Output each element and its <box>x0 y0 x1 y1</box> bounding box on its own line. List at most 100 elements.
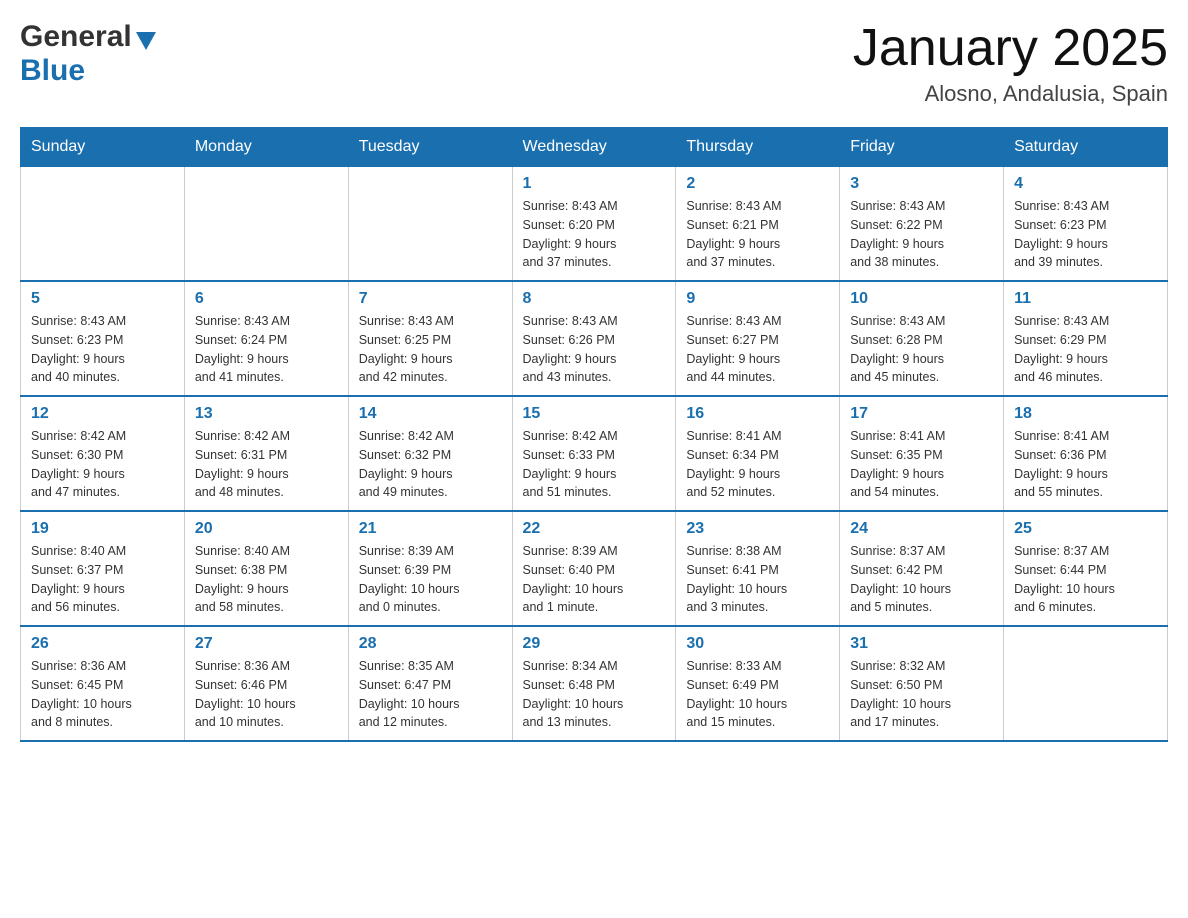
column-header-tuesday: Tuesday <box>348 128 512 167</box>
day-number: 3 <box>850 175 993 193</box>
calendar-cell: 27 Sunrise: 8:36 AM Sunset: 6:46 PM Dayli… <box>184 626 348 741</box>
day-number: 7 <box>359 290 502 308</box>
calendar-cell: 31 Sunrise: 8:32 AM Sunset: 6:50 PM Dayli… <box>840 626 1004 741</box>
day-info: Sunrise: 8:43 AM Sunset: 6:20 PM Dayligh… <box>523 197 666 272</box>
calendar-cell: 17 Sunrise: 8:41 AM Sunset: 6:35 PM Dayli… <box>840 396 1004 511</box>
day-number: 10 <box>850 290 993 308</box>
calendar-cell: 19Sunrise: 8:40 AM Sunset: 6:37 PM Dayli… <box>21 511 185 626</box>
calendar-cell: 26 Sunrise: 8:36 AM Sunset: 6:45 PM Dayli… <box>21 626 185 741</box>
calendar-cell <box>21 167 185 282</box>
column-header-friday: Friday <box>840 128 1004 167</box>
logo: GeneralBlue <box>20 20 156 88</box>
day-info: Sunrise: 8:38 AM Sunset: 6:41 PM Dayligh… <box>686 542 829 617</box>
day-number: 14 <box>359 405 502 423</box>
calendar-cell: 15 Sunrise: 8:42 AM Sunset: 6:33 PM Dayli… <box>512 396 676 511</box>
week-row-2: 5Sunrise: 8:43 AM Sunset: 6:23 PM Daylig… <box>21 281 1168 396</box>
day-info: Sunrise: 8:34 AM Sunset: 6:48 PM Dayligh… <box>523 657 666 732</box>
logo-general-text: General <box>20 20 132 54</box>
day-info: Sunrise: 8:43 AM Sunset: 6:21 PM Dayligh… <box>686 197 829 272</box>
day-info: Sunrise: 8:42 AM Sunset: 6:30 PM Dayligh… <box>31 427 174 502</box>
logo-blue-text: Blue <box>20 54 85 87</box>
calendar-cell: 18Sunrise: 8:41 AM Sunset: 6:36 PM Dayli… <box>1004 396 1168 511</box>
day-info: Sunrise: 8:43 AM Sunset: 6:26 PM Dayligh… <box>523 312 666 387</box>
calendar-cell: 10 Sunrise: 8:43 AM Sunset: 6:28 PM Dayli… <box>840 281 1004 396</box>
calendar-cell <box>348 167 512 282</box>
column-header-saturday: Saturday <box>1004 128 1168 167</box>
day-info: Sunrise: 8:43 AM Sunset: 6:25 PM Dayligh… <box>359 312 502 387</box>
title-block: January 2025 Alosno, Andalusia, Spain <box>853 20 1168 107</box>
day-info: Sunrise: 8:43 AM Sunset: 6:24 PM Dayligh… <box>195 312 338 387</box>
day-info: Sunrise: 8:43 AM Sunset: 6:29 PM Dayligh… <box>1014 312 1157 387</box>
day-number: 8 <box>523 290 666 308</box>
calendar-cell: 9 Sunrise: 8:43 AM Sunset: 6:27 PM Daylig… <box>676 281 840 396</box>
calendar-cell: 6 Sunrise: 8:43 AM Sunset: 6:24 PM Daylig… <box>184 281 348 396</box>
day-number: 31 <box>850 635 993 653</box>
calendar-cell: 30 Sunrise: 8:33 AM Sunset: 6:49 PM Dayli… <box>676 626 840 741</box>
day-info: Sunrise: 8:42 AM Sunset: 6:32 PM Dayligh… <box>359 427 502 502</box>
day-info: Sunrise: 8:40 AM Sunset: 6:37 PM Dayligh… <box>31 542 174 617</box>
week-row-4: 19Sunrise: 8:40 AM Sunset: 6:37 PM Dayli… <box>21 511 1168 626</box>
calendar-cell: 16 Sunrise: 8:41 AM Sunset: 6:34 PM Dayli… <box>676 396 840 511</box>
week-row-3: 12Sunrise: 8:42 AM Sunset: 6:30 PM Dayli… <box>21 396 1168 511</box>
calendar-cell: 4Sunrise: 8:43 AM Sunset: 6:23 PM Daylig… <box>1004 167 1168 282</box>
day-info: Sunrise: 8:43 AM Sunset: 6:22 PM Dayligh… <box>850 197 993 272</box>
day-number: 15 <box>523 405 666 423</box>
day-number: 1 <box>523 175 666 193</box>
day-number: 28 <box>359 635 502 653</box>
calendar-cell: 25Sunrise: 8:37 AM Sunset: 6:44 PM Dayli… <box>1004 511 1168 626</box>
day-number: 20 <box>195 520 338 538</box>
day-number: 6 <box>195 290 338 308</box>
day-number: 30 <box>686 635 829 653</box>
day-number: 22 <box>523 520 666 538</box>
day-number: 11 <box>1014 290 1157 308</box>
calendar-cell <box>1004 626 1168 741</box>
column-header-wednesday: Wednesday <box>512 128 676 167</box>
day-info: Sunrise: 8:43 AM Sunset: 6:23 PM Dayligh… <box>1014 197 1157 272</box>
calendar-cell: 3 Sunrise: 8:43 AM Sunset: 6:22 PM Daylig… <box>840 167 1004 282</box>
day-number: 25 <box>1014 520 1157 538</box>
day-number: 24 <box>850 520 993 538</box>
day-number: 5 <box>31 290 174 308</box>
page-header: GeneralBlue January 2025 Alosno, Andalus… <box>20 20 1168 107</box>
day-number: 13 <box>195 405 338 423</box>
day-info: Sunrise: 8:42 AM Sunset: 6:33 PM Dayligh… <box>523 427 666 502</box>
calendar-cell: 29 Sunrise: 8:34 AM Sunset: 6:48 PM Dayli… <box>512 626 676 741</box>
day-number: 2 <box>686 175 829 193</box>
day-info: Sunrise: 8:43 AM Sunset: 6:27 PM Dayligh… <box>686 312 829 387</box>
header-row: SundayMondayTuesdayWednesdayThursdayFrid… <box>21 128 1168 167</box>
calendar-cell: 13 Sunrise: 8:42 AM Sunset: 6:31 PM Dayli… <box>184 396 348 511</box>
day-info: Sunrise: 8:36 AM Sunset: 6:45 PM Dayligh… <box>31 657 174 732</box>
day-number: 26 <box>31 635 174 653</box>
day-info: Sunrise: 8:35 AM Sunset: 6:47 PM Dayligh… <box>359 657 502 732</box>
week-row-5: 26 Sunrise: 8:36 AM Sunset: 6:45 PM Dayli… <box>21 626 1168 741</box>
calendar-cell: 2 Sunrise: 8:43 AM Sunset: 6:21 PM Daylig… <box>676 167 840 282</box>
day-number: 17 <box>850 405 993 423</box>
calendar-table: SundayMondayTuesdayWednesdayThursdayFrid… <box>20 127 1168 742</box>
day-number: 9 <box>686 290 829 308</box>
day-info: Sunrise: 8:42 AM Sunset: 6:31 PM Dayligh… <box>195 427 338 502</box>
calendar-cell: 22 Sunrise: 8:39 AM Sunset: 6:40 PM Dayli… <box>512 511 676 626</box>
day-info: Sunrise: 8:41 AM Sunset: 6:35 PM Dayligh… <box>850 427 993 502</box>
day-info: Sunrise: 8:32 AM Sunset: 6:50 PM Dayligh… <box>850 657 993 732</box>
calendar-cell: 20 Sunrise: 8:40 AM Sunset: 6:38 PM Dayli… <box>184 511 348 626</box>
calendar-cell: 12Sunrise: 8:42 AM Sunset: 6:30 PM Dayli… <box>21 396 185 511</box>
day-info: Sunrise: 8:43 AM Sunset: 6:28 PM Dayligh… <box>850 312 993 387</box>
day-info: Sunrise: 8:36 AM Sunset: 6:46 PM Dayligh… <box>195 657 338 732</box>
calendar-cell: 11 Sunrise: 8:43 AM Sunset: 6:29 PM Dayli… <box>1004 281 1168 396</box>
calendar-cell: 14 Sunrise: 8:42 AM Sunset: 6:32 PM Dayli… <box>348 396 512 511</box>
calendar-cell: 1 Sunrise: 8:43 AM Sunset: 6:20 PM Daylig… <box>512 167 676 282</box>
day-info: Sunrise: 8:33 AM Sunset: 6:49 PM Dayligh… <box>686 657 829 732</box>
day-number: 27 <box>195 635 338 653</box>
day-info: Sunrise: 8:37 AM Sunset: 6:42 PM Dayligh… <box>850 542 993 617</box>
calendar-cell: 23Sunrise: 8:38 AM Sunset: 6:41 PM Dayli… <box>676 511 840 626</box>
day-info: Sunrise: 8:41 AM Sunset: 6:34 PM Dayligh… <box>686 427 829 502</box>
calendar-cell: 5Sunrise: 8:43 AM Sunset: 6:23 PM Daylig… <box>21 281 185 396</box>
day-number: 29 <box>523 635 666 653</box>
day-info: Sunrise: 8:39 AM Sunset: 6:40 PM Dayligh… <box>523 542 666 617</box>
column-header-monday: Monday <box>184 128 348 167</box>
calendar-cell <box>184 167 348 282</box>
day-info: Sunrise: 8:40 AM Sunset: 6:38 PM Dayligh… <box>195 542 338 617</box>
column-header-sunday: Sunday <box>21 128 185 167</box>
day-number: 16 <box>686 405 829 423</box>
logo-triangle-icon <box>136 32 156 50</box>
